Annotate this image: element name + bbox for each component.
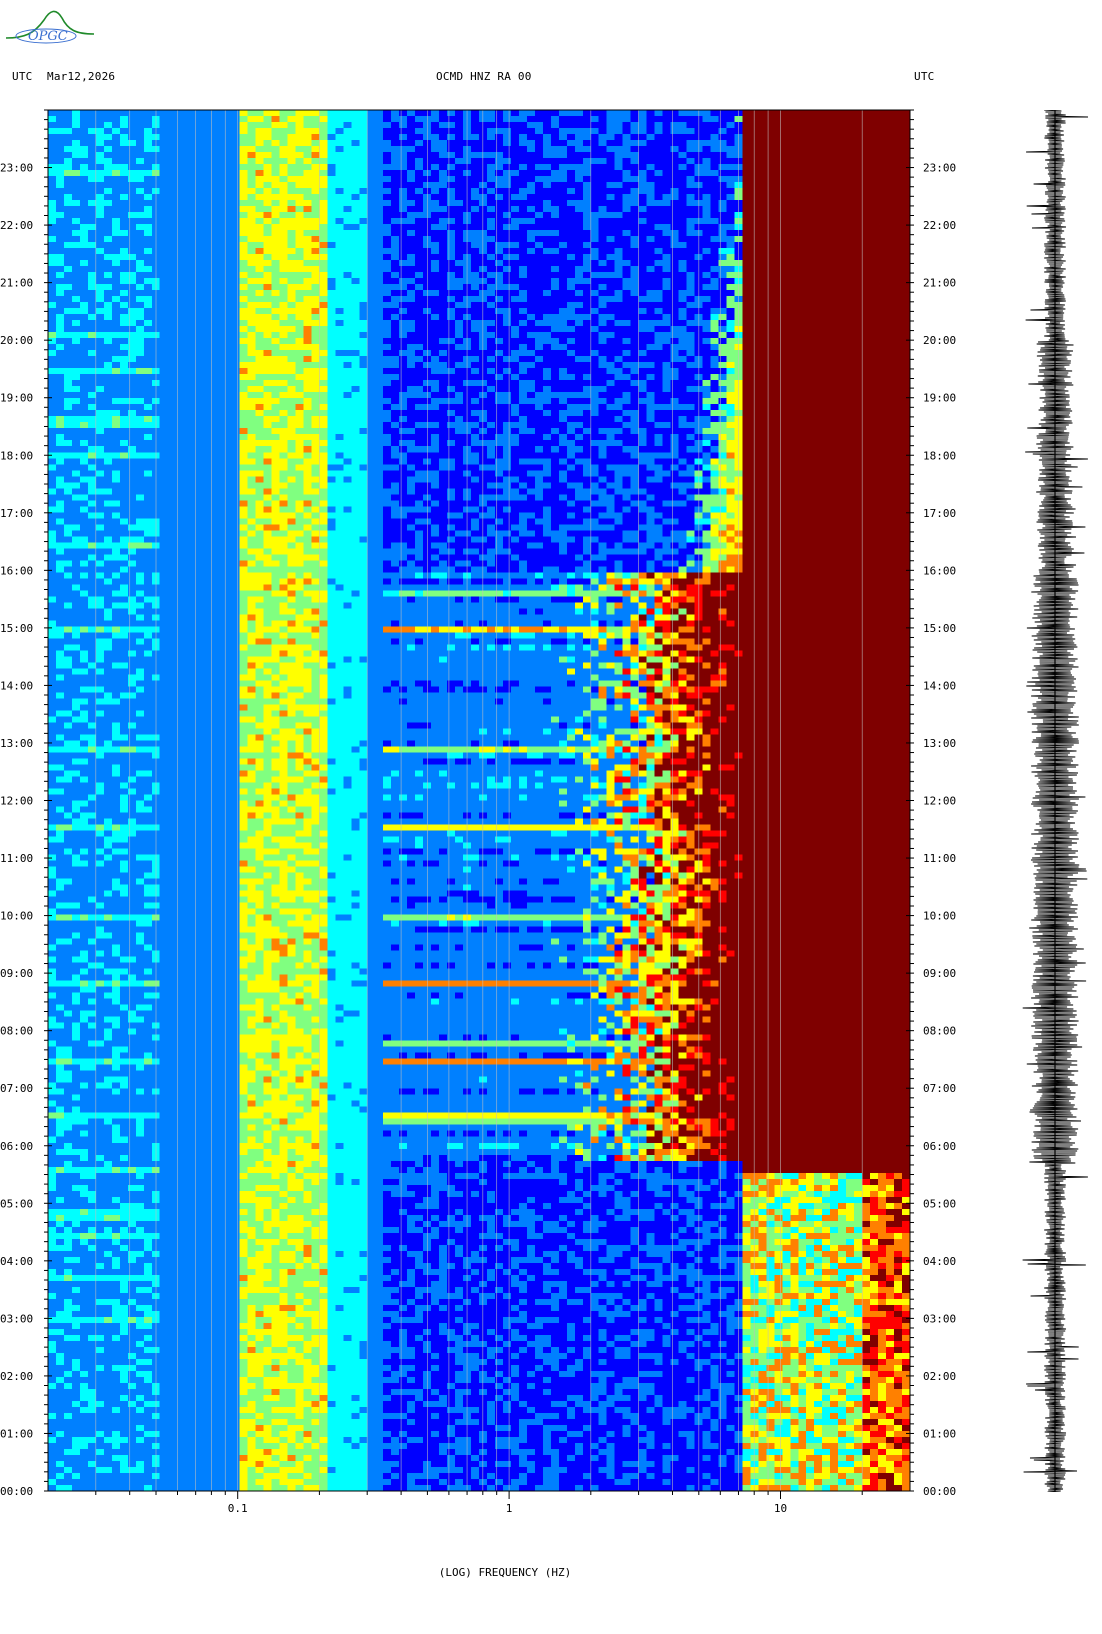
left-time-axis: 00:00 01:00 02:00 03:00 04:00 05:00 06:00 07:00… [0,109,52,1498]
time-tick-label: 15:00 [0,622,33,635]
time-tick-label: 19:00 [0,392,33,405]
time-tick-label: 06:00 [923,1140,956,1153]
time-tick-label: 17:00 [923,507,956,520]
time-tick-label: 14:00 [923,679,956,692]
time-tick-label: 19:00 [923,392,956,405]
time-tick-label: 23:00 [0,162,33,175]
time-tick-label: 01:00 [0,1427,33,1440]
time-tick-label: 03:00 [0,1312,33,1325]
time-tick-label: 05:00 [0,1197,33,1210]
time-tick-label: 22:00 [923,219,956,232]
frequency-axis: 0.1 1 10 [95,1491,863,1515]
time-tick-label: 15:00 [923,622,956,635]
time-tick-label: 02:00 [0,1370,33,1383]
time-tick-label: 18:00 [923,449,956,462]
time-tick-label: 09:00 [0,967,33,980]
time-tick-label: 14:00 [0,679,33,692]
seismogram-trace [1022,110,1089,1492]
time-tick-label: 20:00 [923,334,956,347]
time-tick-label: 11:00 [923,852,956,865]
x-axis-title: (LOG) FREQUENCY (HZ) [438,1566,572,1579]
time-tick-label: 06:00 [0,1140,33,1153]
time-tick-label: 17:00 [0,507,33,520]
time-tick-label: 10:00 [923,910,956,923]
time-tick-label: 10:00 [0,910,33,923]
time-tick-label: 23:00 [923,162,956,175]
time-tick-label: 00:00 [923,1485,956,1498]
time-tick-label: 16:00 [923,564,956,577]
spectrogram-chart: 00:00 01:00 02:00 03:00 04:00 05:00 06:00 07:00… [0,109,956,1515]
time-tick-label: 12:00 [923,795,956,808]
time-tick-label: 11:00 [0,852,33,865]
time-tick-label: 21:00 [923,277,956,290]
time-tick-label: 07:00 [0,1082,33,1095]
time-tick-label: 20:00 [0,334,33,347]
time-tick-label: 02:00 [923,1370,956,1383]
time-tick-label: 18:00 [0,449,33,462]
time-tick-label: 03:00 [923,1312,956,1325]
frequency-tick-label: 10 [774,1502,787,1515]
time-tick-label: 04:00 [923,1255,956,1268]
right-time-axis: 00:00 01:00 02:00 03:00 04:00 05:00 06:00 07:00… [906,109,956,1498]
time-tick-label: 05:00 [923,1197,956,1210]
frequency-tick-label: 0.1 [228,1502,248,1515]
time-tick-label: 16:00 [0,564,33,577]
time-tick-label: 01:00 [923,1427,956,1440]
time-tick-label: 08:00 [923,1025,956,1038]
time-tick-label: 12:00 [0,795,33,808]
time-tick-label: 13:00 [923,737,956,750]
time-tick-label: 21:00 [0,277,33,290]
time-tick-label: 13:00 [0,737,33,750]
time-tick-label: 07:00 [923,1082,956,1095]
time-tick-label: 22:00 [0,219,33,232]
frequency-tick-label: 1 [506,1502,513,1515]
time-tick-label: 04:00 [0,1255,33,1268]
time-tick-label: 08:00 [0,1025,33,1038]
time-tick-label: 09:00 [923,967,956,980]
time-tick-label: 00:00 [0,1485,33,1498]
